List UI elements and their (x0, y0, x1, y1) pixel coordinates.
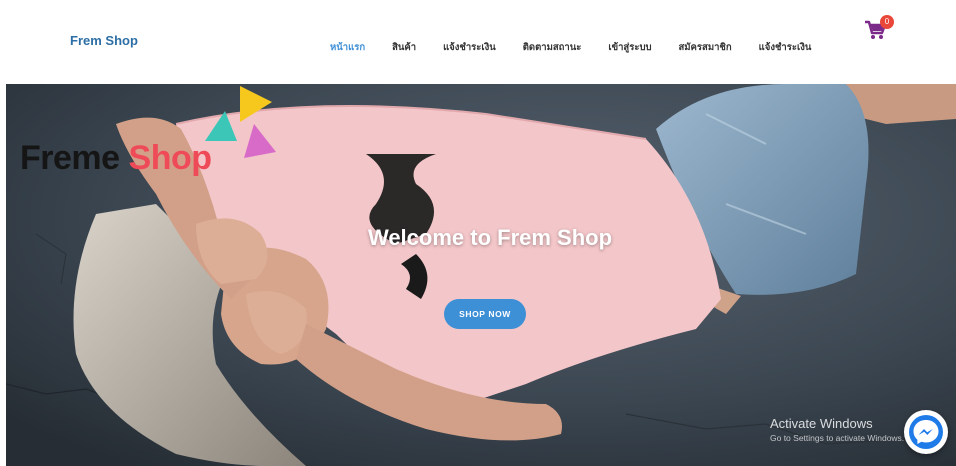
pink-triangle-shape (244, 124, 276, 158)
hero-banner: Freme Shop Welcome to Frem Shop SHOP NOW… (6, 84, 956, 466)
watermark-subtitle: Go to Settings to activate Windows. (770, 433, 905, 443)
nav-item-track-status[interactable]: ติดตามสถานะ (523, 40, 582, 55)
cart-count-badge: 0 (880, 15, 894, 29)
nav-item-home[interactable]: หน้าแรก (330, 40, 365, 55)
hero-logo-word-2: Shop (128, 139, 212, 177)
main-nav: หน้าแรก สินค้า แจ้งชำระเงิน ติดตามสถานะ … (330, 40, 838, 55)
activate-windows-watermark: Activate Windows Go to Settings to activ… (770, 416, 904, 443)
hero-title: Welcome to Frem Shop (367, 225, 613, 250)
yellow-triangle-shape (240, 86, 272, 122)
watermark-title: Activate Windows (770, 416, 873, 431)
nav-item-login[interactable]: เข้าสู่ระบบ (608, 40, 651, 55)
nav-item-payment-notice-2[interactable]: แจ้งชำระเงิน (759, 40, 812, 55)
messenger-icon (909, 415, 943, 449)
nav-item-payment-notice[interactable]: แจ้งชำระเงิน (443, 40, 496, 55)
messenger-chat-button[interactable] (904, 410, 948, 454)
nav-item-register[interactable]: สมัครสมาชิก (679, 40, 732, 55)
nav-item-products[interactable]: สินค้า (392, 40, 416, 55)
hero-logo: Freme Shop (20, 139, 212, 178)
shop-now-button[interactable]: SHOP NOW (444, 299, 526, 329)
top-navbar: Frem Shop หน้าแรก สินค้า แจ้งชำระเงิน ติ… (0, 0, 956, 84)
teal-triangle-shape (205, 111, 237, 141)
hero-logo-word-1: Freme (20, 139, 120, 177)
brand-logo[interactable]: Frem Shop (70, 33, 138, 48)
cart-button[interactable]: 0 (864, 15, 894, 44)
